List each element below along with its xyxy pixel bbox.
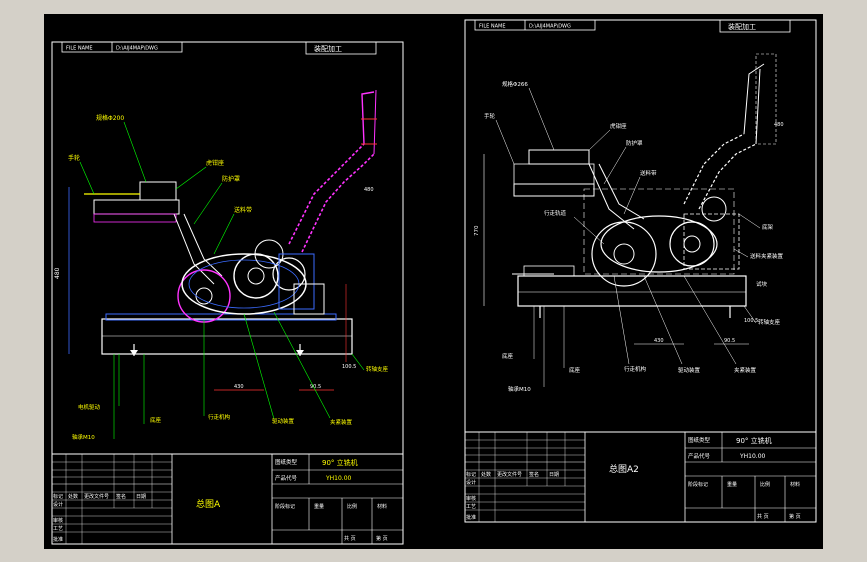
callout-guard: 防护罩 — [222, 175, 240, 183]
callout-b-spec: 规格Φ266 — [502, 80, 528, 88]
callout-b-ring: 轴承M10 — [508, 385, 531, 393]
row-mark: 标记 — [53, 493, 63, 500]
drawing-canvas: FILE NAME D:\AIJ4MAP\DWG 装配加工 480 430 90… — [51, 19, 817, 545]
callout-b-handwheel: 手轮 — [484, 112, 496, 120]
material-label: 材料 — [377, 503, 387, 510]
row-design-b: 设计 — [466, 479, 476, 486]
sheet-a-dimensions: 480 430 90.5 100.5 480 — [54, 187, 374, 391]
sheet-a-machine — [84, 89, 377, 356]
col-change-doc-b: 更改文件号 — [497, 471, 522, 478]
product-code: YH10.00 — [325, 475, 352, 482]
sheet-number-b: 第 页 — [789, 513, 801, 520]
row-mark-b: 标记 — [466, 471, 476, 478]
product-code-b: YH10.00 — [739, 453, 766, 460]
callout-cut-belt: 送料带 — [234, 206, 252, 214]
row-review: 审核 — [53, 517, 63, 524]
callout-base: 底座 — [150, 416, 162, 424]
sheet-b-header: FILE NAME D:\AIJ4MAP\DWG 装配加工 — [474, 19, 791, 33]
callout-motor-drive: 电机驱动 — [78, 403, 101, 411]
row-process: 工艺 — [53, 526, 63, 532]
dim-b-3: 100.5 — [744, 318, 758, 324]
sheet-a: FILE NAME D:\AIJ4MAP\DWG 装配加工 480 430 90… — [51, 41, 404, 545]
callout-b-feed-mech: 行走机构 — [624, 365, 647, 373]
col-date: 日期 — [136, 494, 146, 500]
callout-drive: 驱动装置 — [272, 417, 295, 425]
product-code-label-b: 产品代号 — [688, 452, 711, 460]
col-sign: 签名 — [116, 493, 126, 500]
callout-b-clamp-device: 送料夹紧装置 — [750, 252, 784, 260]
callout-b-clamp: 夹紧装置 — [734, 366, 757, 374]
col-sign-b: 签名 — [529, 471, 539, 478]
sheet-b-callouts: 规格Φ266 手轮 虎钳座 防护罩 送料带 行走轨道 底架 送料夹紧装置 试块 … — [484, 80, 784, 393]
dim-b-1: 430 — [654, 338, 664, 344]
callout-b-bottom-frame: 底架 — [762, 223, 774, 231]
sheet-b: FILE NAME D:\AIJ4MAP\DWG 装配加工 770 430 90… — [464, 19, 817, 523]
file-name-value: D:\AIJ4MAP\DWG — [116, 46, 158, 52]
weight-label: 重量 — [314, 503, 324, 510]
col-count: 处数 — [68, 493, 78, 500]
weight-label-b: 重量 — [727, 481, 737, 488]
callout-b-drive: 驱动装置 — [678, 366, 701, 374]
sheet-total: 共 页 — [344, 535, 356, 542]
stage-label: 阶段标记 — [275, 503, 295, 510]
callout-b-check: 试块 — [756, 280, 768, 288]
callout-handwheel: 手轮 — [68, 154, 80, 162]
file-name-label-b: FILE NAME — [479, 24, 506, 30]
col-count-b: 处数 — [481, 471, 491, 478]
process-note: 装配加工 — [314, 44, 342, 53]
sheet-total-b: 共 页 — [757, 513, 769, 520]
callout-b-guard: 防护罩 — [626, 139, 643, 147]
cad-viewport[interactable]: FILE NAME D:\AIJ4MAP\DWG 装配加工 480 430 90… — [44, 14, 823, 549]
callout-b-motor: 底座 — [569, 366, 581, 374]
file-name-label: FILE NAME — [66, 46, 93, 52]
row-approve: 批准 — [53, 536, 63, 543]
callout-clamp: 夹紧装置 — [330, 418, 353, 426]
sheet-name-b: 总图A2 — [609, 463, 639, 475]
scale-label-b: 比例 — [760, 481, 770, 488]
callout-b-vise: 虎钳座 — [610, 122, 627, 130]
sheet-a-title-block: 标记 处数 更改文件号 签名 日期 设计 审核 工艺 批准 总图A 图纸类型 9… — [51, 453, 404, 545]
sheet-name: 总图A — [196, 498, 221, 510]
col-change-doc: 更改文件号 — [84, 493, 109, 500]
drawing-no-label: 图纸类型 — [275, 458, 298, 466]
row-approve-b: 批准 — [466, 514, 476, 521]
drawing-title: 90° 立铣机 — [322, 458, 358, 467]
callout-ring: 轴承M10 — [72, 433, 95, 441]
callout-b-rail: 行走轨道 — [544, 209, 567, 217]
dim-b-height: 770 — [474, 225, 480, 236]
product-code-label: 产品代号 — [275, 474, 298, 482]
dim-a-3: 100.5 — [342, 364, 356, 370]
callout-b-base: 底座 — [502, 352, 514, 360]
row-review-b: 审核 — [466, 495, 476, 502]
material-label-b: 材料 — [790, 481, 800, 488]
dim-b-2: 90.5 — [724, 338, 735, 344]
dim-a-1: 430 — [234, 384, 244, 390]
dim-a-2: 90.5 — [310, 384, 321, 390]
col-date-b: 日期 — [549, 472, 559, 478]
sheet-a-header: FILE NAME D:\AIJ4MAP\DWG 装配加工 — [61, 41, 377, 55]
sheet-b-dimensions: 770 430 90.5 100.5 480 — [474, 122, 784, 345]
drawing-title-b: 90° 立铣机 — [736, 436, 772, 445]
callout-b-cut-belt: 送料带 — [640, 169, 657, 177]
callout-spec: 规格Φ200 — [96, 114, 124, 122]
dim-a-5: 480 — [364, 187, 374, 193]
sheet-b-machine — [512, 53, 777, 318]
dim-a-height: 480 — [54, 267, 61, 279]
callout-support: 转轴支座 — [366, 365, 389, 373]
stage-label-b: 阶段标记 — [688, 481, 708, 488]
process-note-b: 装配加工 — [728, 22, 756, 31]
sheet-a-callouts: 规格Φ200 手轮 虎钳座 防护罩 送料带 电机驱动 底座 轴承M10 行走机构… — [68, 114, 389, 441]
row-design: 设计 — [53, 501, 63, 508]
dim-b-4: 480 — [774, 122, 784, 128]
drawing-no-label-b: 图纸类型 — [688, 436, 711, 444]
callout-b-support: 转轴支座 — [758, 318, 781, 326]
sheet-b-title-block: 标记 处数 更改文件号 签名 日期 设计 审核 工艺 批准 总图A2 图纸类型 … — [464, 431, 817, 523]
callout-vise: 虎钳座 — [206, 159, 224, 167]
scale-label: 比例 — [347, 503, 357, 510]
callout-feed-mech: 行走机构 — [208, 413, 231, 421]
row-process-b: 工艺 — [466, 504, 476, 510]
file-name-value-b: D:\AIJ4MAP\DWG — [529, 24, 571, 30]
sheet-number: 第 页 — [376, 535, 388, 542]
